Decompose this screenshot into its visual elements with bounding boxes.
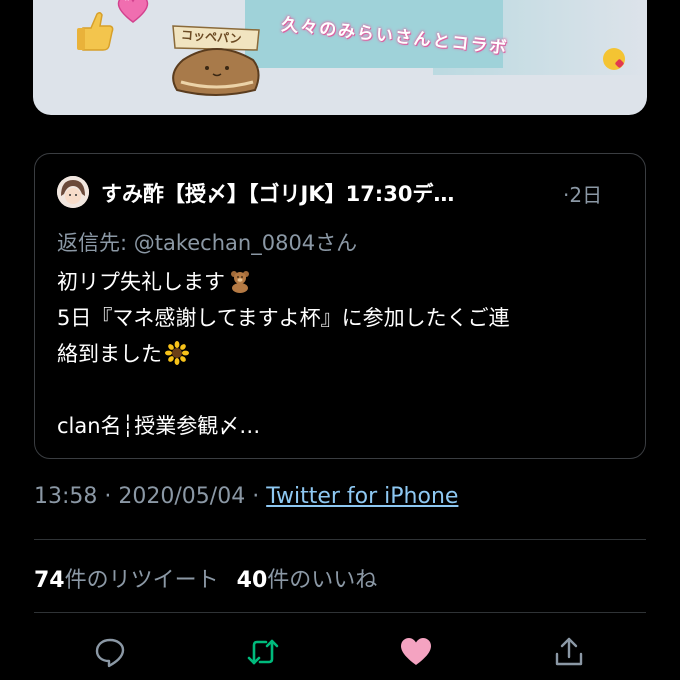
share-button[interactable] (549, 632, 589, 672)
quoted-text-line: 5日『マネ感謝してますよ杯』に参加したくご連 (57, 306, 510, 330)
reply-bubble-icon (95, 638, 125, 668)
teddy-bear-emoji-icon (231, 271, 249, 293)
quoted-text-line: clan名┆授業参観〆… (57, 414, 261, 438)
retweet-count-link[interactable]: 74件のリツイート (34, 568, 219, 593)
sparkling-heart-emoji-icon (117, 0, 149, 23)
tweet-time: 13:58 (34, 484, 98, 509)
tweet-date: 2020/05/04 (118, 484, 246, 509)
tweet-media-image[interactable]: 久々のみらいさんとコラボ コッペパン (33, 0, 647, 115)
meta-separator: · (97, 484, 119, 509)
engagement-counts: 74件のリツイート 40件のいいね (34, 562, 377, 594)
like-button[interactable] (396, 632, 436, 672)
thumbs-up-emoji-icon (77, 11, 114, 51)
divider (34, 612, 646, 613)
meta-separator: · (245, 484, 267, 509)
like-count-link[interactable]: 40件のいいね (237, 568, 378, 593)
avatar-illustration-icon (57, 176, 89, 208)
retweet-button[interactable] (243, 632, 283, 672)
quoted-text-line (57, 372, 627, 408)
tweet-action-bar (0, 628, 680, 680)
retweet-count: 74 (34, 568, 65, 593)
quoted-tweet-text: 初リプ失礼します 5日『マネ感謝してますよ杯』に参加したくご連 絡到ました cl… (57, 264, 627, 444)
like-count: 40 (236, 568, 268, 593)
avatar[interactable] (57, 176, 89, 208)
like-count-label: 件のいいね (267, 568, 378, 593)
retweet-count-label: 件のリツイート (64, 568, 219, 593)
quoted-text-line: 初リプ失礼します (57, 264, 627, 300)
quoted-author-name[interactable]: すみ酢【授〆】【ゴリJK】17:30デ… (101, 178, 563, 208)
tweet-source-link[interactable]: Twitter for iPhone (266, 484, 458, 509)
divider (34, 539, 646, 540)
quoted-tweet-card[interactable]: すみ酢【授〆】【ゴリJK】17:30デ… ·2日 返信先: @takechan_… (34, 153, 646, 459)
quoted-tweet-time[interactable]: ·2日 (563, 179, 602, 208)
reply-to-label: 返信先: @takechan_0804さん (57, 231, 358, 255)
heart-icon (401, 638, 431, 665)
reply-button[interactable] (90, 632, 130, 672)
tweet-meta: 13:58 · 2020/05/04 · Twitter for iPhone (34, 484, 458, 509)
retweet-icon (247, 639, 279, 665)
kiss-face-emoji-icon (603, 48, 625, 70)
share-icon (555, 637, 583, 666)
quoted-text-line: 絡到ました (57, 336, 627, 372)
tweet-detail-page: 久々のみらいさんとコラボ コッペパン すみ酢【授〆】【ゴリJK】17:30デ… … (0, 0, 680, 680)
sunflower-emoji-icon (165, 341, 189, 365)
